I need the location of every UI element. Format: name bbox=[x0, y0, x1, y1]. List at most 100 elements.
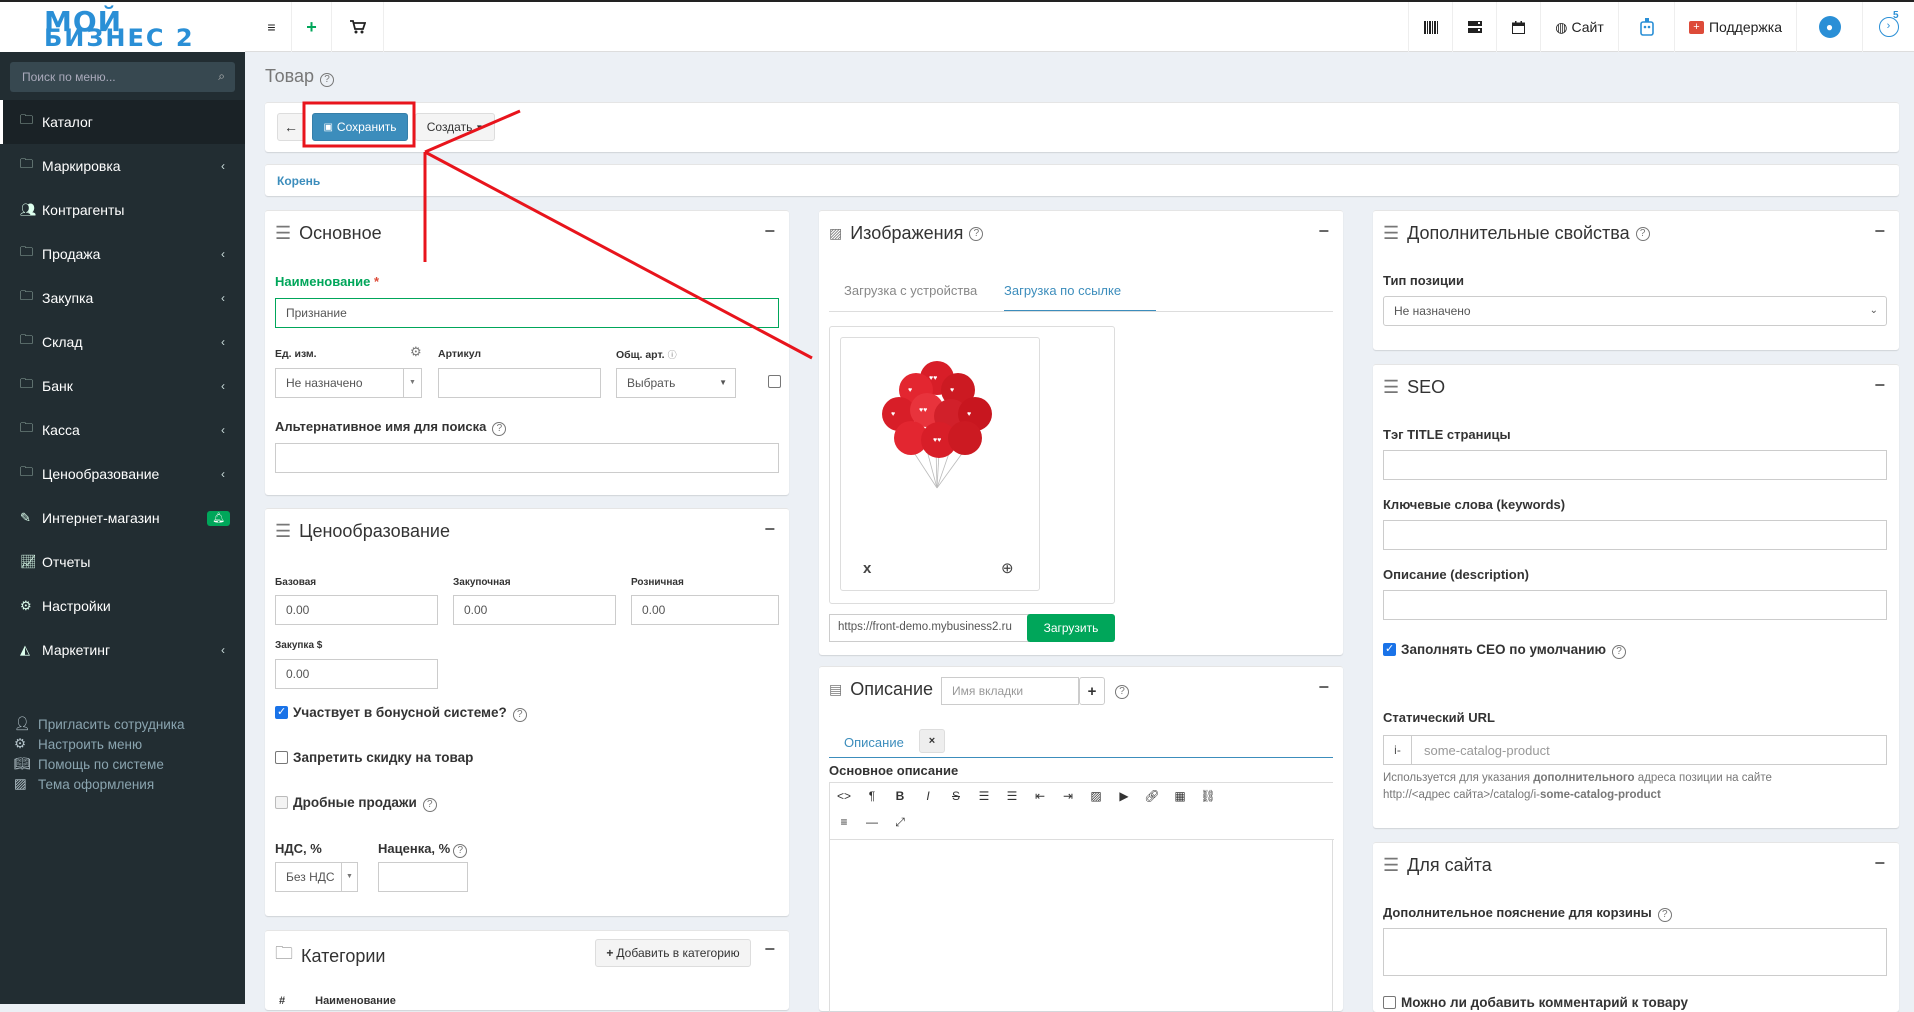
collapse-button[interactable]: − bbox=[1874, 375, 1885, 396]
sidebar-item-12[interactable]: ◭ Маркетинг ‹ bbox=[0, 628, 245, 672]
help-icon[interactable]: ? bbox=[1115, 685, 1129, 699]
logo[interactable]: МОЙ БИЗНЕС 2 bbox=[0, 2, 245, 52]
user-avatar-icon[interactable]: ● bbox=[1796, 2, 1862, 52]
sidebar-search-input[interactable]: Поиск по меню... ⌕ bbox=[10, 62, 235, 92]
markup-input[interactable] bbox=[378, 862, 468, 892]
link-icon[interactable]: 🔗︎ bbox=[1142, 789, 1162, 803]
image-url-input[interactable]: https://front-demo.mybusiness2.ru bbox=[829, 614, 1029, 642]
help-icon[interactable]: ? bbox=[969, 226, 984, 241]
help-icon[interactable]: ? bbox=[512, 708, 527, 722]
help-icon[interactable]: ? bbox=[492, 422, 507, 436]
site-link[interactable]: ◍ Сайт bbox=[1540, 2, 1618, 52]
collapse-button[interactable]: − bbox=[764, 221, 775, 242]
strikethrough-icon[interactable]: S bbox=[946, 789, 966, 803]
gear-icon[interactable]: ⚙ bbox=[410, 344, 422, 360]
indent-icon[interactable]: ⇥ bbox=[1058, 789, 1078, 803]
sidebar-item-1[interactable]: 🗀 Маркировка ‹ bbox=[0, 144, 245, 188]
tab-upload-device[interactable]: Загрузка с устройства bbox=[844, 283, 977, 298]
hamburger-menu-icon[interactable]: ≡ bbox=[252, 2, 292, 52]
help-icon[interactable]: ? bbox=[1657, 908, 1672, 922]
sidebar-footer-link[interactable]: 👤︎ Пригласить сотрудника bbox=[14, 716, 185, 732]
sidebar-item-0[interactable]: 🗀 Каталог bbox=[0, 100, 245, 144]
sidebar-item-3[interactable]: 🗀 Продажа ‹ bbox=[0, 232, 245, 276]
sidebar-item-7[interactable]: 🗀 Касса ‹ bbox=[0, 408, 245, 452]
support-link[interactable]: + Поддержка bbox=[1674, 2, 1796, 52]
collapse-button[interactable]: − bbox=[1874, 853, 1885, 874]
paragraph-icon[interactable]: ¶ bbox=[862, 789, 882, 803]
name-input[interactable]: Признание bbox=[275, 298, 779, 328]
common-art-select[interactable]: Выбрать ▼ bbox=[616, 368, 736, 398]
add-tab-button[interactable]: + bbox=[1079, 677, 1105, 705]
server-icon[interactable] bbox=[1452, 2, 1496, 52]
fullscreen-icon[interactable]: ⤢ bbox=[890, 815, 910, 830]
back-button[interactable]: ← bbox=[277, 113, 305, 141]
tab-name-input[interactable]: Имя вкладки bbox=[941, 677, 1079, 705]
barcode-icon[interactable] bbox=[1408, 2, 1452, 52]
tab-description[interactable]: Описание bbox=[844, 735, 904, 750]
collapse-button[interactable]: − bbox=[1318, 221, 1329, 242]
sidebar-item-6[interactable]: 🗀 Банк ‹ bbox=[0, 364, 245, 408]
bold-icon[interactable]: B bbox=[890, 789, 910, 803]
remove-image-icon[interactable]: x bbox=[863, 560, 871, 577]
calendar-icon[interactable] bbox=[1496, 2, 1540, 52]
breadcrumb-root-link[interactable]: Корень bbox=[277, 174, 320, 188]
add-icon[interactable]: + bbox=[292, 2, 332, 52]
position-type-select[interactable]: Не назначено ⌄ bbox=[1383, 296, 1887, 326]
zoom-in-icon[interactable]: ⊕ bbox=[1001, 559, 1014, 577]
sidebar-item-10[interactable]: 📈︎ Отчеты bbox=[0, 540, 245, 584]
italic-icon[interactable]: I bbox=[918, 789, 938, 803]
close-tab-icon[interactable]: × bbox=[919, 729, 945, 753]
title-tag-input[interactable] bbox=[1383, 450, 1887, 480]
collapse-button[interactable]: − bbox=[764, 939, 775, 960]
sidebar-item-9[interactable]: ✎ Интернет-магазин 🔔︎ bbox=[0, 496, 245, 540]
save-button[interactable]: ▣ Сохранить bbox=[312, 113, 408, 141]
common-art-checkbox[interactable] bbox=[768, 375, 781, 388]
sidebar-footer-link[interactable]: ⚙ Настроить меню bbox=[14, 736, 142, 752]
sidebar-footer-link[interactable]: ▨ Тема оформления bbox=[14, 776, 154, 792]
sidebar-item-5[interactable]: 🗀 Склад ‹ bbox=[0, 320, 245, 364]
sidebar-footer-link[interactable]: 📖︎ Помощь по системе bbox=[14, 756, 164, 772]
video-icon[interactable]: ▶ bbox=[1114, 789, 1134, 803]
sidebar-item-4[interactable]: 🗀 Закупка ‹ bbox=[0, 276, 245, 320]
robot-icon[interactable] bbox=[1618, 2, 1674, 52]
collapse-button[interactable]: − bbox=[1318, 677, 1329, 698]
help-icon[interactable]: ? bbox=[319, 73, 334, 87]
allow-comment-checkbox[interactable] bbox=[1383, 996, 1396, 1009]
ordered-list-icon[interactable]: ☰ bbox=[1002, 789, 1022, 803]
bonus-checkbox[interactable] bbox=[275, 705, 288, 719]
cart-note-textarea[interactable] bbox=[1383, 928, 1887, 976]
unordered-list-icon[interactable]: ☰ bbox=[974, 789, 994, 803]
help-icon[interactable]: ? bbox=[1635, 226, 1650, 241]
article-input[interactable] bbox=[438, 368, 601, 398]
fractional-checkbox[interactable] bbox=[275, 796, 288, 809]
unit-select[interactable]: Не назначено ▼ bbox=[275, 368, 422, 398]
tab-upload-url[interactable]: Загрузка по ссылке bbox=[1004, 283, 1121, 298]
seo-default-checkbox[interactable] bbox=[1383, 642, 1396, 656]
cart-icon[interactable] bbox=[332, 2, 384, 52]
unlink-icon[interactable]: ⛓︎ bbox=[1198, 789, 1218, 803]
sidebar-item-11[interactable]: ⚙ Настройки bbox=[0, 584, 245, 628]
collapse-button[interactable]: − bbox=[1874, 221, 1885, 242]
collapse-button[interactable]: − bbox=[764, 519, 775, 540]
help-icon[interactable]: ? bbox=[453, 844, 468, 858]
retail-price-input[interactable]: 0.00 bbox=[631, 595, 779, 625]
create-dropdown-button[interactable]: Создать ▼ bbox=[415, 113, 495, 141]
notifications-icon[interactable]: › 5 bbox=[1862, 2, 1914, 52]
align-icon[interactable]: ≡ bbox=[834, 815, 854, 829]
help-icon[interactable]: ? bbox=[1612, 645, 1627, 659]
purchase-price-input[interactable]: 0.00 bbox=[453, 595, 616, 625]
alt-name-input[interactable] bbox=[275, 443, 779, 473]
outdent-icon[interactable]: ⇤ bbox=[1030, 789, 1050, 803]
sidebar-item-8[interactable]: 🗀 Ценообразование ‹ bbox=[0, 452, 245, 496]
sidebar-item-2[interactable]: 👥︎ Контрагенты bbox=[0, 188, 245, 232]
vat-select[interactable]: Без НДС ▼ bbox=[275, 862, 358, 892]
upload-button[interactable]: Загрузить bbox=[1027, 614, 1115, 642]
add-to-category-button[interactable]: + Добавить в категорию bbox=[595, 939, 751, 967]
code-view-icon[interactable]: <> bbox=[834, 789, 854, 803]
horizontal-rule-icon[interactable]: — bbox=[862, 815, 882, 829]
no-discount-checkbox[interactable] bbox=[275, 751, 288, 764]
purchase-usd-input[interactable]: 0.00 bbox=[275, 659, 438, 689]
seo-description-input[interactable] bbox=[1383, 590, 1887, 620]
keywords-input[interactable] bbox=[1383, 520, 1887, 550]
help-icon[interactable]: ? bbox=[422, 798, 437, 812]
